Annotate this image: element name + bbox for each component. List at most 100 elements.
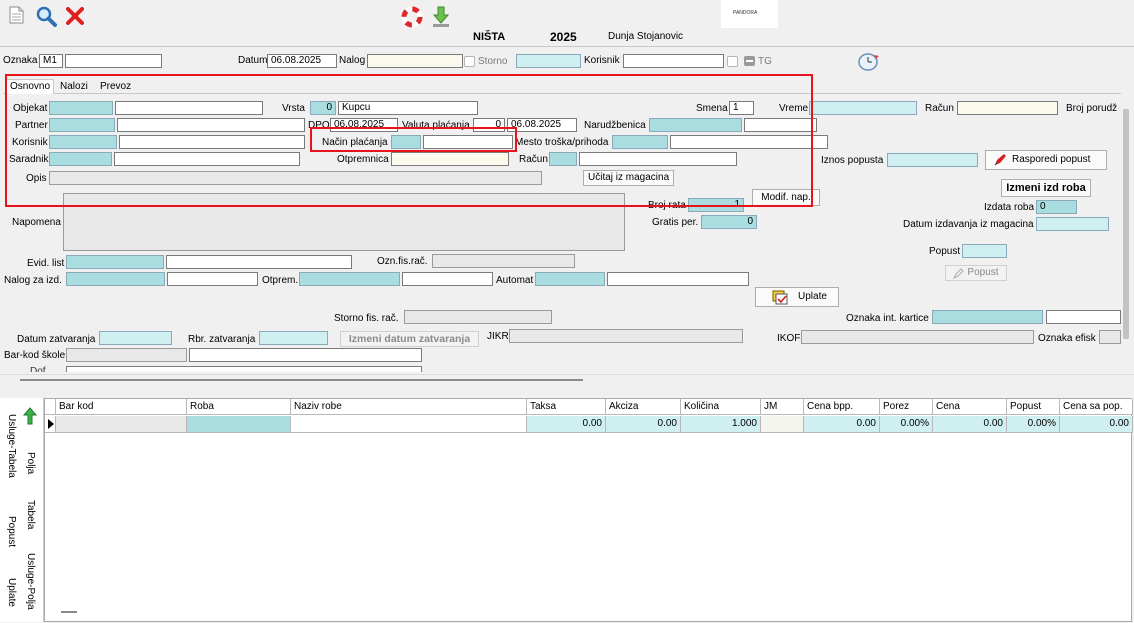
racun-name-field[interactable] [579,152,737,166]
grid-bottom-scroll-thumb[interactable] [61,611,77,613]
partner-code-field[interactable] [49,118,115,132]
korisnik-name-field[interactable] [119,135,305,149]
modif-nap-button[interactable]: Modif. nap. [752,189,820,206]
col-popust[interactable]: Popust [1007,399,1060,415]
ozn-fis-rac-field[interactable] [432,254,575,268]
datum-izdavanja-field[interactable] [1036,217,1109,231]
saradnik-code-field[interactable] [49,152,112,166]
mesto-troska-name-field[interactable] [670,135,828,149]
side-tab-polja[interactable]: Polja [24,452,36,474]
objekat-code-field[interactable] [49,101,113,115]
vrsta-code-field[interactable]: 0 [310,101,336,115]
oznaka-name-field[interactable] [65,54,162,68]
broj-rata-field[interactable]: 1 [688,198,744,212]
ucitaj-iz-magacina-button[interactable]: Učitaj iz magacina [583,170,675,186]
nacin-placanja-code-field[interactable] [391,135,421,149]
row-indicator[interactable] [45,416,56,433]
col-kolicina[interactable]: Količina [681,399,761,415]
col-cena-sa-pop[interactable]: Cena sa pop. [1060,399,1133,415]
col-cena[interactable]: Cena [933,399,1007,415]
tab-osnovno[interactable]: Osnovno [6,79,55,94]
side-tab-usluge-tabela[interactable]: Usluge-Tabela [5,414,17,478]
tab-nalozi[interactable]: Nalozi [57,80,91,94]
cell-kolicina[interactable]: 1.000 [681,416,761,433]
jikr-field[interactable] [509,329,743,343]
col-roba[interactable]: Roba [187,399,291,415]
datum-zatvaranja-field[interactable] [99,331,172,345]
gratis-field[interactable]: 0 [701,215,757,229]
side-tab-uplate[interactable]: Uplate [5,578,17,607]
otpremnica-field[interactable] [391,152,509,166]
storno-field[interactable] [516,54,581,68]
nalog-za-izd-code-field[interactable] [66,272,165,286]
up-arrow-icon[interactable] [22,407,38,425]
panel-splitter[interactable] [0,374,1134,395]
cell-akciza[interactable]: 0.00 [606,416,681,433]
oznaka-code-field[interactable]: M1 [39,54,63,68]
col-taksa[interactable]: Taksa [527,399,606,415]
valuta-days-field[interactable]: 0 [473,118,505,132]
lifebuoy-icon[interactable] [401,6,423,28]
cell-cena[interactable]: 0.00 [933,416,1007,433]
napomena-field[interactable] [63,193,625,251]
col-akciza[interactable]: Akciza [606,399,681,415]
mesto-troska-code-field[interactable] [612,135,668,149]
racun-right-field[interactable] [957,101,1058,115]
racun-code-field[interactable] [549,152,577,166]
otprem-code-field[interactable] [299,272,400,286]
evid-list-name-field[interactable] [166,255,352,269]
oznaka-int-kartice-name-field[interactable] [1046,310,1121,324]
rbr-zatvaranja-field[interactable] [259,331,328,345]
oznaka-efisk-field[interactable] [1099,330,1121,344]
objekat-name-field[interactable] [115,101,263,115]
cell-jm[interactable] [761,416,804,433]
horizontal-scroll-thumb[interactable] [20,379,583,381]
cell-roba[interactable] [187,416,291,433]
tab-prevoz[interactable]: Prevoz [97,80,134,94]
narudzbenica-code-field[interactable] [649,118,742,132]
popust-field[interactable] [962,244,1007,258]
vrsta-name-field[interactable]: Kupcu [338,101,478,115]
narudzbenica-name-field[interactable] [744,118,817,132]
search-icon[interactable] [35,5,57,27]
clock-icon[interactable] [857,51,881,71]
automat-code-field[interactable] [535,272,605,286]
bar-kod-skole-name-field[interactable] [189,348,422,362]
popust-button[interactable]: Popust [945,265,1007,281]
korisnik-checkbox[interactable] [727,56,738,67]
download-icon[interactable] [431,6,451,28]
uplate-button[interactable]: Uplate [755,287,839,307]
nacin-placanja-name-field[interactable] [423,135,513,149]
storno-fis-rac-field[interactable] [404,310,552,324]
rasporedi-popust-button[interactable]: Rasporedi popust [985,150,1107,170]
evid-list-code-field[interactable] [66,255,164,269]
document-icon[interactable] [9,6,24,24]
cell-cena-bpp[interactable]: 0.00 [804,416,880,433]
smena-field[interactable]: 1 [729,101,754,115]
col-naziv-robe[interactable]: Naziv robe [291,399,527,415]
datum-field[interactable]: 06.08.2025 [267,54,337,68]
side-tab-popust[interactable]: Popust [5,516,17,547]
col-cena-bpp[interactable]: Cena bpp. [804,399,880,415]
nalog-field[interactable] [367,54,463,68]
izmeni-datum-zatvaranja-button[interactable]: Izmeni datum zatvaranja [340,331,479,347]
nalog-za-izd-name-field[interactable] [167,272,258,286]
partner-name-field[interactable] [117,118,305,132]
close-icon[interactable] [65,6,85,26]
col-porez[interactable]: Porez [880,399,933,415]
form-scroll-thumb[interactable] [1123,109,1129,339]
korisnik-code-field[interactable] [49,135,117,149]
izdata-roba-field[interactable]: 0 [1036,200,1077,214]
col-bar-kod[interactable]: Bar kod [56,399,187,415]
cell-taksa[interactable]: 0.00 [527,416,606,433]
oznaka-int-kartice-code-field[interactable] [932,310,1043,324]
cell-porez[interactable]: 0.00% [880,416,933,433]
side-tab-usluge-polja[interactable]: Usluge-Polja [24,553,36,610]
otprem-name-field[interactable] [402,272,493,286]
valuta-date-field[interactable]: 06.08.2025 [507,118,577,132]
storno-checkbox[interactable] [464,56,475,67]
form-scrollbar[interactable] [1121,93,1132,373]
cell-cena-sa-pop[interactable]: 0.00 [1060,416,1133,433]
col-jm[interactable]: JM [761,399,804,415]
cut-off-field[interactable] [66,366,422,372]
